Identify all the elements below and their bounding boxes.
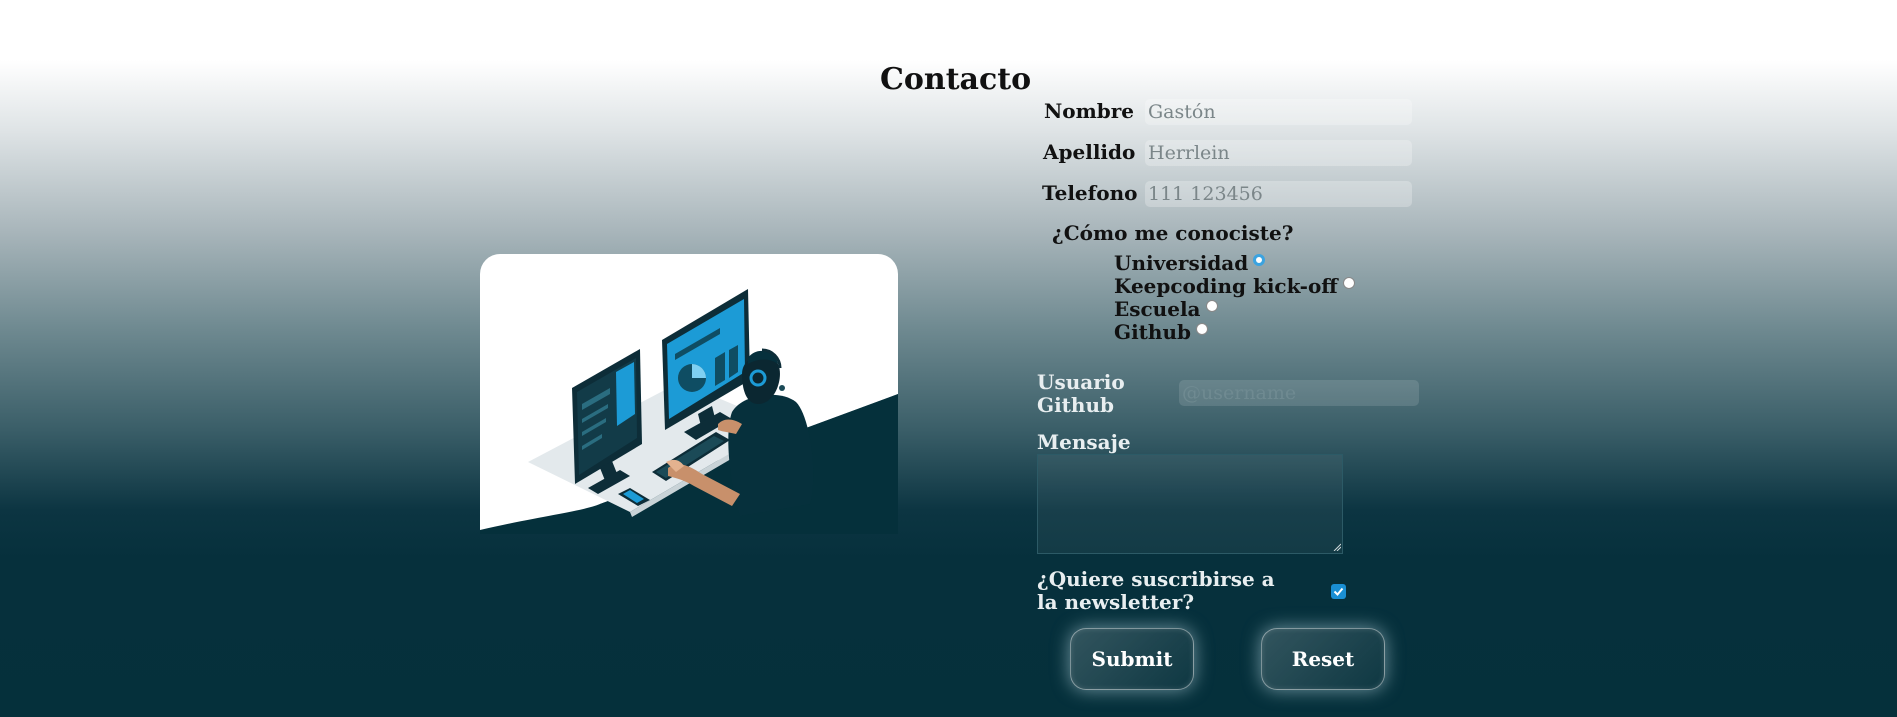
- apellido-label: Apellido: [1043, 140, 1136, 164]
- mensaje-textarea[interactable]: [1037, 454, 1343, 554]
- radio-label: Universidad: [1114, 251, 1249, 275]
- radio-label: Github: [1114, 320, 1191, 344]
- radio-button[interactable]: [1205, 300, 1218, 312]
- github-label-line1: Usuario: [1037, 370, 1125, 394]
- github-label: Usuario Github: [1037, 371, 1125, 417]
- check-icon: [1333, 587, 1344, 596]
- newsletter-label-line2: la newsletter?: [1037, 590, 1195, 614]
- reset-button[interactable]: Reset: [1261, 628, 1385, 690]
- radio-option-universidad[interactable]: Universidad: [1114, 251, 1266, 275]
- apellido-input[interactable]: [1145, 140, 1412, 166]
- mensaje-label: Mensaje: [1037, 430, 1131, 454]
- telefono-label: Telefono: [1042, 181, 1138, 205]
- radio-button-checked[interactable]: [1253, 254, 1266, 266]
- nombre-label: Nombre: [1044, 99, 1135, 123]
- developer-at-computer-icon: [480, 254, 898, 539]
- github-label-line2: Github: [1037, 393, 1114, 417]
- newsletter-label: ¿Quiere suscribirse a la newsletter?: [1037, 568, 1275, 614]
- newsletter-label-line1: ¿Quiere suscribirse a: [1037, 567, 1275, 591]
- radio-option-keepcoding[interactable]: Keepcoding kick-off: [1114, 274, 1355, 298]
- github-username-input[interactable]: [1179, 380, 1419, 406]
- radio-button[interactable]: [1342, 277, 1355, 289]
- radio-label: Keepcoding kick-off: [1114, 274, 1338, 298]
- newsletter-checkbox[interactable]: [1331, 584, 1346, 599]
- resize-grip-icon[interactable]: [1333, 543, 1341, 551]
- telefono-input[interactable]: [1145, 181, 1412, 207]
- radio-option-github[interactable]: Github: [1114, 320, 1208, 344]
- submit-button[interactable]: Submit: [1070, 628, 1194, 690]
- page-title: Contacto: [880, 62, 1032, 97]
- radio-label: Escuela: [1114, 297, 1201, 321]
- radio-button[interactable]: [1195, 323, 1208, 335]
- nombre-input[interactable]: [1145, 99, 1412, 125]
- radio-option-escuela[interactable]: Escuela: [1114, 297, 1218, 321]
- how-found-question: ¿Cómo me conociste?: [1052, 221, 1294, 245]
